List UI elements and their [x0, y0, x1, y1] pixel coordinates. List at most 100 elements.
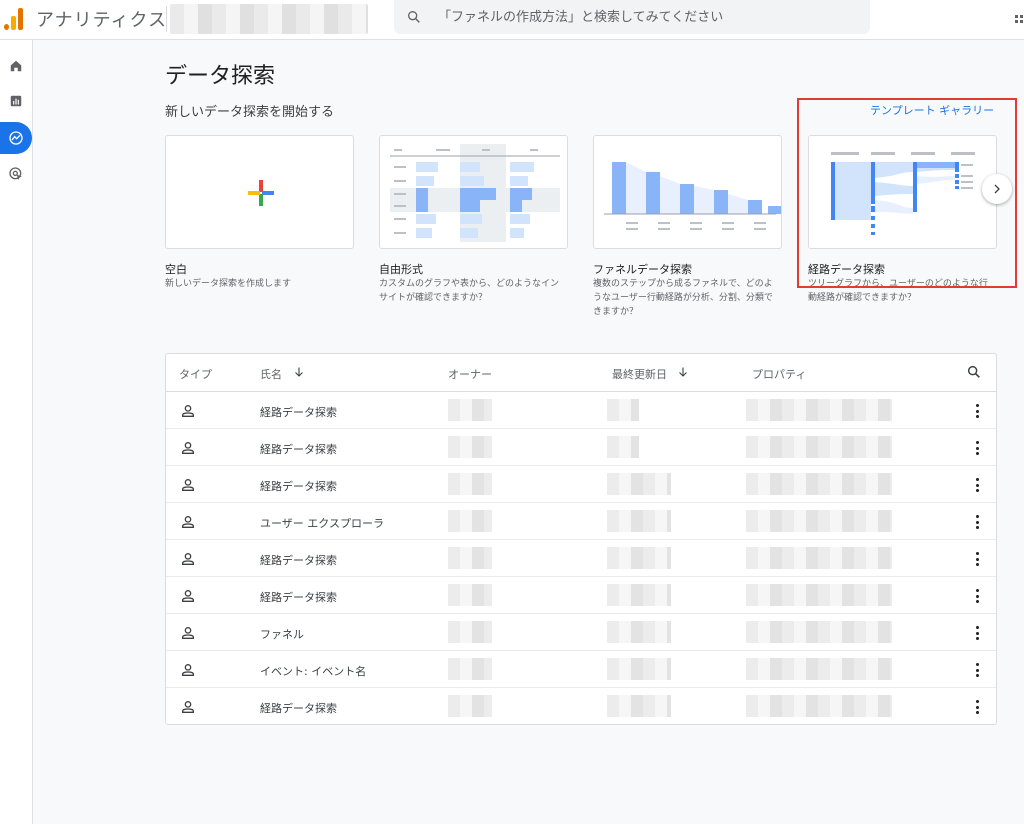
person-icon — [182, 442, 194, 454]
person-icon — [182, 590, 194, 602]
explorations-table: タイプ 氏名 オーナー 最終更新日 プロパティ 経路データ探索 経路データ探索 … — [165, 353, 997, 725]
more-options-button[interactable] — [970, 476, 984, 494]
analytics-logo-icon[interactable] — [4, 6, 24, 30]
property-value-redacted — [746, 436, 892, 458]
exploration-name[interactable]: イベント: イベント名 — [260, 663, 366, 679]
modified-date-redacted — [607, 510, 671, 532]
template-desc-path: ツリーグラフから、ユーザーのどのような行動経路が確認できますか？ — [808, 279, 988, 303]
table-row[interactable]: ユーザー エクスプローラ — [166, 503, 996, 540]
search-input[interactable] — [438, 6, 858, 28]
section-subtitle: 新しいデータ探索を開始する — [165, 105, 335, 120]
exploration-name[interactable]: 経路データ探索 — [260, 441, 337, 457]
property-value-redacted — [746, 621, 892, 643]
modified-date-redacted — [607, 584, 671, 606]
modified-date-redacted — [607, 399, 639, 421]
top-app-bar: アナリティクス — [0, 0, 1024, 40]
owner-value-redacted — [448, 621, 492, 643]
modified-date-redacted — [607, 658, 671, 680]
person-icon — [182, 405, 194, 417]
exploration-name[interactable]: 経路データ探索 — [260, 552, 337, 568]
path-tree-illustration — [831, 152, 975, 235]
page-title: データ探索 — [165, 64, 276, 89]
app-title: アナリティクス — [36, 10, 168, 31]
col-name[interactable]: 氏名 — [260, 366, 282, 382]
freeform-table-illustration — [390, 144, 560, 242]
explore-icon — [9, 131, 23, 145]
property-value-redacted — [746, 510, 892, 532]
advertising-icon — [9, 167, 22, 180]
col-modified[interactable]: 最終更新日 — [612, 366, 667, 382]
owner-value-redacted — [448, 547, 492, 569]
table-row[interactable]: 経路データ探索 — [166, 540, 996, 577]
table-row[interactable]: 経路データ探索 — [166, 429, 996, 466]
modified-date-redacted — [607, 436, 639, 458]
modified-date-redacted — [607, 473, 671, 495]
person-icon — [182, 664, 194, 676]
template-card-path[interactable] — [808, 135, 997, 249]
account-selector[interactable] — [170, 4, 368, 34]
template-title-path: 経路データ探索 — [808, 263, 885, 276]
search-bar[interactable] — [394, 0, 870, 34]
col-owner[interactable]: オーナー — [448, 366, 492, 382]
property-value-redacted — [746, 399, 892, 421]
template-card-funnel[interactable] — [593, 135, 782, 249]
owner-value-redacted — [448, 399, 492, 421]
template-desc-freeform: カスタムのグラフや表から、どのようなインサイトが確認できますか？ — [379, 279, 560, 303]
table-row[interactable]: 経路データ探索 — [166, 688, 996, 725]
template-card-blank[interactable] — [165, 135, 354, 249]
more-options-button[interactable] — [970, 439, 984, 457]
template-gallery-link[interactable]: テンプレート ギャラリー — [870, 102, 994, 118]
person-icon — [182, 479, 194, 491]
left-nav — [0, 40, 33, 824]
exploration-name[interactable]: 経路データ探索 — [260, 700, 337, 716]
more-options-button[interactable] — [970, 624, 984, 642]
modified-date-redacted — [607, 547, 671, 569]
property-value-redacted — [746, 584, 892, 606]
table-row[interactable]: ファネル — [166, 614, 996, 651]
exploration-name[interactable]: 経路データ探索 — [260, 478, 337, 494]
nav-home[interactable] — [0, 50, 32, 82]
nav-explore[interactable] — [0, 122, 32, 154]
owner-value-redacted — [448, 695, 492, 717]
divider — [166, 6, 167, 32]
template-title-freeform: 自由形式 — [379, 263, 423, 276]
table-row[interactable]: 経路データ探索 — [166, 466, 996, 503]
more-options-button[interactable] — [970, 402, 984, 420]
property-value-redacted — [746, 547, 892, 569]
exploration-name[interactable]: 経路データ探索 — [260, 589, 337, 605]
more-options-button[interactable] — [970, 513, 984, 531]
search-icon[interactable] — [966, 364, 982, 380]
template-card-freeform[interactable] — [379, 135, 568, 249]
person-icon — [182, 553, 194, 565]
person-icon — [182, 627, 194, 639]
reports-icon — [10, 95, 22, 107]
nav-advertising[interactable] — [0, 158, 32, 190]
table-row[interactable]: 経路データ探索 — [166, 577, 996, 614]
arrow-down-icon[interactable] — [293, 366, 305, 378]
more-options-button[interactable] — [970, 661, 984, 679]
funnel-chart-illustration — [604, 162, 781, 230]
more-options-button[interactable] — [970, 587, 984, 605]
carousel-next-button[interactable] — [982, 174, 1012, 204]
template-title-blank: 空白 — [165, 263, 187, 276]
owner-value-redacted — [448, 658, 492, 680]
exploration-name[interactable]: 経路データ探索 — [260, 404, 337, 420]
exploration-name[interactable]: ファネル — [260, 626, 304, 642]
template-desc-funnel: 複数のステップから成るファネルで、どのようなユーザー行動経路が分析、分割、分類で… — [593, 279, 773, 317]
arrow-down-icon[interactable] — [677, 366, 689, 378]
col-property[interactable]: プロパティ — [752, 366, 806, 382]
search-icon — [408, 11, 420, 23]
plus-icon — [248, 180, 274, 206]
table-row[interactable]: 経路データ探索 — [166, 392, 996, 429]
nav-reports[interactable] — [0, 85, 32, 117]
more-options-button[interactable] — [970, 698, 984, 716]
table-row[interactable]: イベント: イベント名 — [166, 651, 996, 688]
home-icon — [10, 60, 22, 72]
apps-grid-icon[interactable] — [1015, 15, 1024, 24]
more-options-button[interactable] — [970, 550, 984, 568]
table-header: タイプ 氏名 オーナー 最終更新日 プロパティ — [166, 354, 996, 392]
property-value-redacted — [746, 473, 892, 495]
exploration-name[interactable]: ユーザー エクスプローラ — [260, 515, 384, 531]
property-value-redacted — [746, 658, 892, 680]
modified-date-redacted — [607, 695, 671, 717]
